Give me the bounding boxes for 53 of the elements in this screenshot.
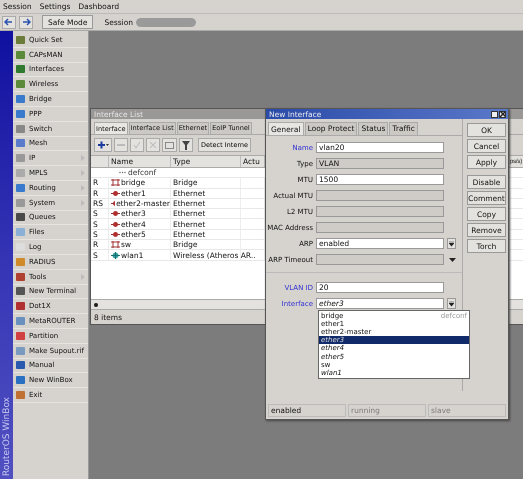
wireless-icon <box>111 252 120 259</box>
remove-button[interactable] <box>114 138 128 152</box>
note-icon <box>165 141 174 149</box>
port-icon <box>111 220 120 228</box>
dropdown-button[interactable] <box>447 298 456 309</box>
tile-icon <box>16 391 25 400</box>
port-icon <box>111 230 120 238</box>
tile-icon <box>16 184 25 192</box>
minus-icon <box>117 144 125 146</box>
dots-icon <box>119 171 126 174</box>
tile-icon <box>16 36 25 44</box>
tile-icon <box>16 95 25 104</box>
tile-icon <box>16 139 25 148</box>
session-field[interactable] <box>136 18 196 26</box>
bridge-icon <box>111 241 120 248</box>
tile-icon <box>16 302 25 310</box>
tile-icon <box>16 110 25 118</box>
tile-icon <box>16 272 25 281</box>
tile-icon <box>16 317 25 326</box>
close-icon[interactable] <box>499 110 506 118</box>
filter-button[interactable] <box>179 138 193 152</box>
tile-icon <box>16 124 25 133</box>
add-button[interactable] <box>94 138 112 152</box>
tile-icon <box>16 376 25 384</box>
port-icon <box>111 190 120 197</box>
bridge-icon <box>111 179 120 186</box>
tile-icon <box>16 50 25 59</box>
tile-icon <box>16 228 25 236</box>
tile-icon <box>16 361 25 370</box>
filter-icon <box>182 140 190 150</box>
check-icon <box>133 141 141 149</box>
tile-icon <box>16 258 25 266</box>
undo-icon[interactable] <box>2 16 16 28</box>
brand-label: RouterOS WinBox <box>2 396 12 476</box>
tile-icon <box>16 346 25 355</box>
tile-icon <box>16 80 25 88</box>
dropdown-button[interactable] <box>447 238 456 249</box>
tile-icon <box>16 287 25 296</box>
expand-arrow-icon[interactable] <box>449 258 456 262</box>
tile-icon <box>16 332 25 340</box>
tile-icon <box>16 65 25 74</box>
port-icon <box>111 200 116 208</box>
redo-icon[interactable] <box>19 16 33 28</box>
plus-icon <box>97 141 109 149</box>
tile-icon <box>16 154 25 162</box>
disable-button[interactable] <box>146 138 160 152</box>
maximize-icon[interactable] <box>491 110 498 118</box>
port-icon <box>111 210 120 218</box>
enable-button[interactable] <box>130 138 144 152</box>
tile-icon <box>16 198 25 207</box>
tile-icon <box>16 169 25 178</box>
tile-icon <box>16 213 25 222</box>
cross-icon <box>149 141 157 149</box>
